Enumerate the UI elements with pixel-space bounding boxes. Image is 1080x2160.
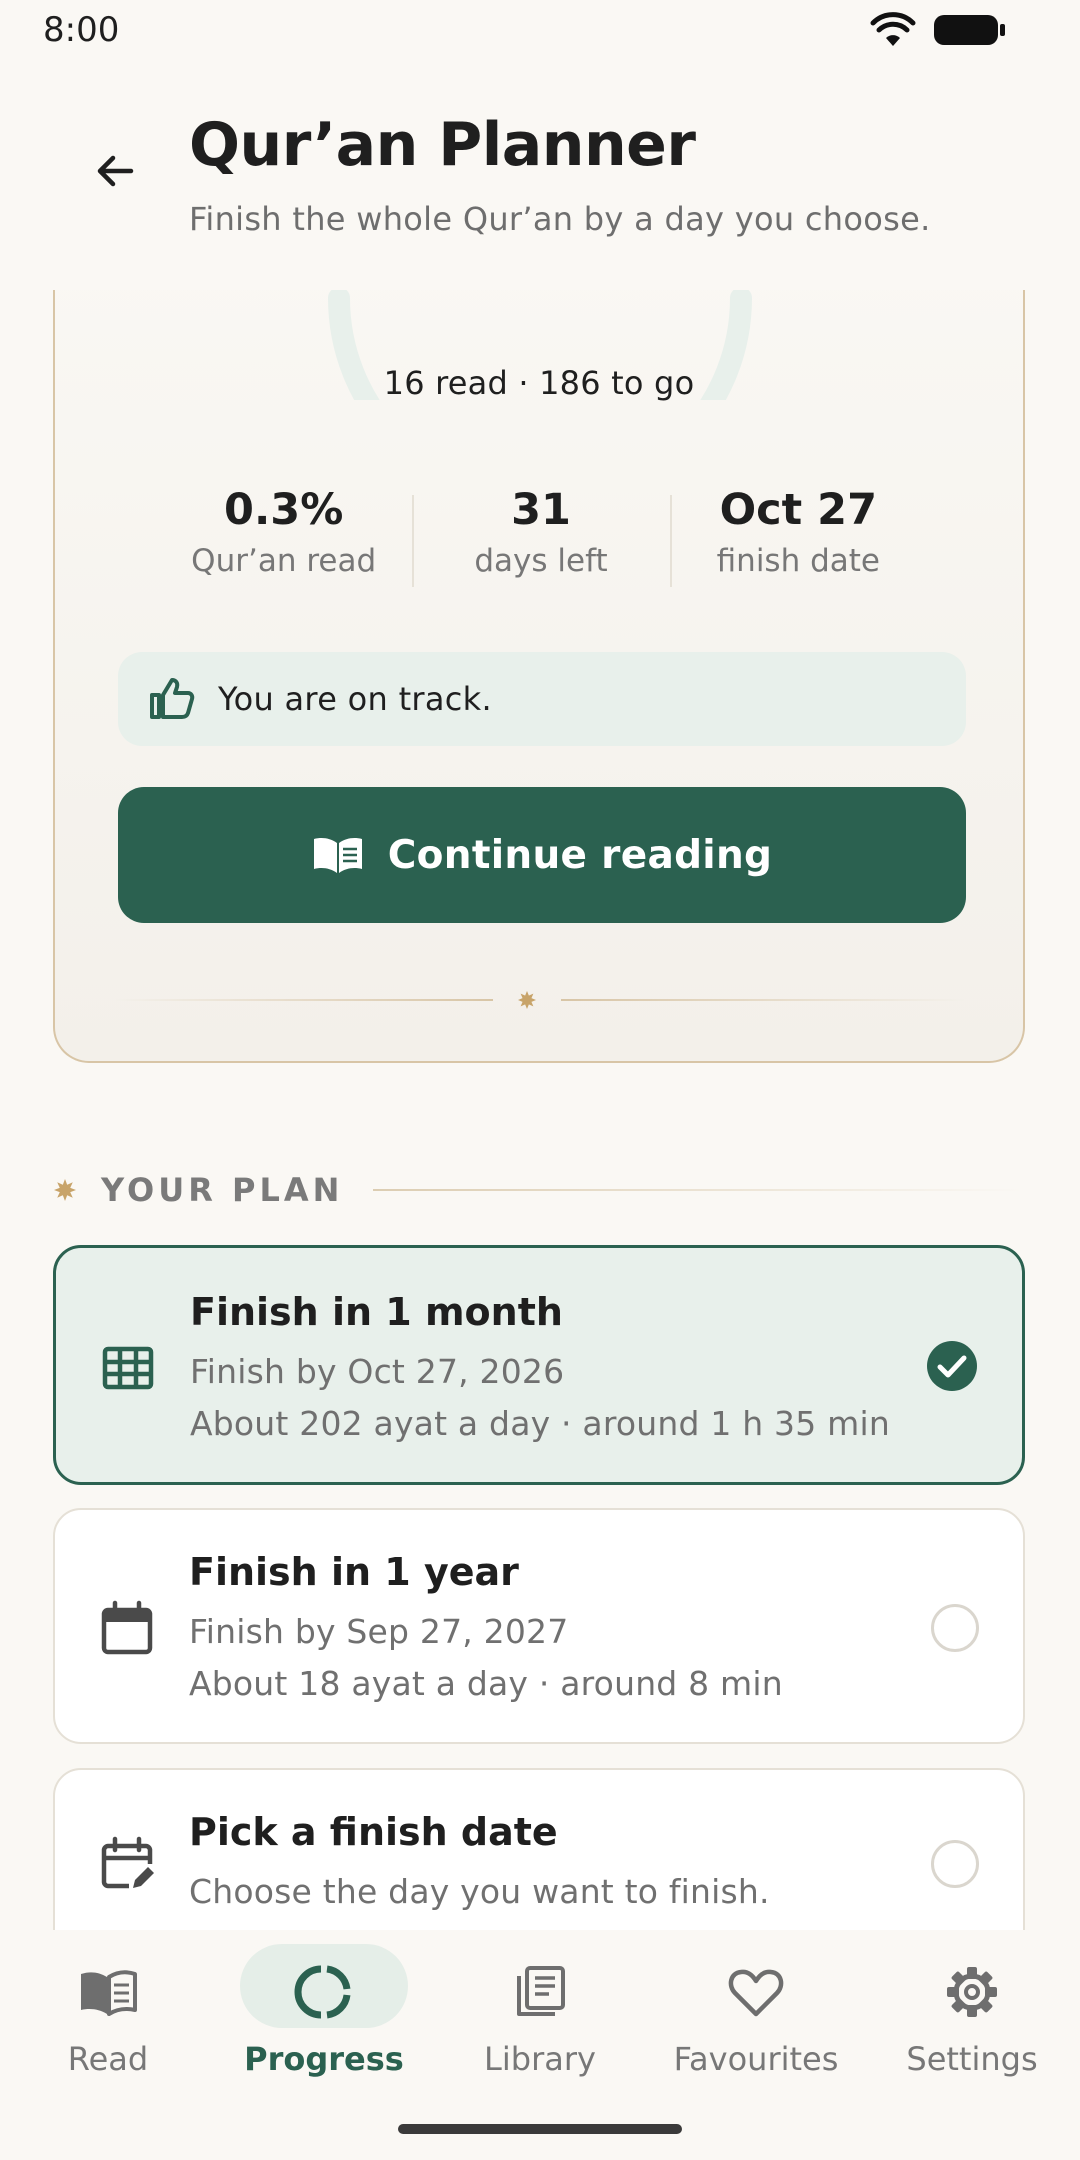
nav-tab-library[interactable]: Library <box>432 1940 648 2100</box>
continue-reading-label: Continue reading <box>387 832 773 878</box>
back-button[interactable] <box>86 142 144 200</box>
page-subtitle: Finish the whole Qur’an by a day you cho… <box>189 200 931 238</box>
nav-tab-read[interactable]: Read <box>0 1940 216 2100</box>
stat-label: finish date <box>716 543 880 579</box>
plan-title: Finish in 1 year <box>189 1550 519 1594</box>
ornament-divider <box>115 991 965 1009</box>
nav-label: Read <box>67 2040 149 2078</box>
calendar-edit-icon <box>101 1836 154 1889</box>
stat-label: Qur’an read <box>191 543 377 579</box>
book-icon <box>81 1970 137 2016</box>
home-indicator[interactable] <box>398 2124 682 2134</box>
open-book-icon <box>313 838 362 873</box>
radio-unselected[interactable] <box>931 1604 979 1652</box>
content-scroll[interactable]: 16 read · 186 to go 0.3% Qur’an read 31 … <box>0 290 1080 1930</box>
section-divider <box>373 1189 1025 1191</box>
section-title: YOUR PLAN <box>101 1171 344 1209</box>
your-plan-heading: YOUR PLAN <box>53 1170 1025 1210</box>
stats-row: 0.3% Qur’an read 31 days left Oct 27 fin… <box>155 485 927 587</box>
plan-daily-goal: About 202 ayat a day · around 1 h 35 min <box>190 1404 890 1443</box>
stat-days-left: 31 days left <box>412 485 669 587</box>
stat-value: 31 <box>511 485 571 535</box>
plan-description: Choose the day you want to finish. <box>189 1872 770 1911</box>
plan-title: Finish in 1 month <box>190 1290 563 1334</box>
plan-daily-goal: About 18 ayat a day · around 8 min <box>189 1664 783 1703</box>
track-status-text: You are on track. <box>218 680 492 718</box>
nav-label: Progress <box>244 2040 404 2078</box>
nav-tab-settings[interactable]: Settings <box>864 1940 1080 2100</box>
nav-tab-favourites[interactable]: Favourites <box>648 1940 864 2100</box>
plan-finish-date: Finish by Oct 27, 2026 <box>190 1352 565 1391</box>
gear-icon <box>947 1967 997 2017</box>
nav-label: Settings <box>906 2040 1038 2078</box>
progress-ring-icon <box>294 1965 351 2019</box>
library-icon <box>517 1966 565 2016</box>
continue-reading-button[interactable]: Continue reading <box>118 787 966 923</box>
on-track-banner: You are on track. <box>118 652 966 746</box>
stat-finish-date: Oct 27 finish date <box>669 485 927 587</box>
stat-value: Oct 27 <box>719 485 878 535</box>
status-bar: 8:00 <box>0 0 1080 62</box>
read-summary: 16 read · 186 to go <box>383 364 695 402</box>
stat-label: days left <box>474 543 608 579</box>
heart-icon <box>728 1969 784 2017</box>
stat-value: 0.3% <box>224 485 344 535</box>
star-ornament-icon <box>54 1179 76 1201</box>
stat-percent-read: 0.3% Qur’an read <box>155 485 412 585</box>
nav-label: Library <box>484 2040 596 2078</box>
calendar-icon <box>101 1600 153 1655</box>
grid-icon <box>102 1346 154 1390</box>
thumbs-up-icon <box>150 678 195 719</box>
nav-label: Favourites <box>673 2040 839 2078</box>
arrow-left-icon <box>97 155 134 187</box>
radio-unselected[interactable] <box>931 1840 979 1888</box>
nav-tab-progress[interactable]: Progress <box>216 1940 432 2100</box>
check-circle-icon <box>927 1341 977 1391</box>
app-header: Qur’an Planner Finish the whole Qur’an b… <box>0 62 1080 290</box>
plan-title: Pick a finish date <box>189 1810 558 1854</box>
wifi-icon <box>870 12 916 46</box>
plan-option-1-month[interactable]: Finish in 1 month Finish by Oct 27, 2026… <box>53 1245 1025 1485</box>
page-title: Qur’an Planner <box>189 110 696 180</box>
plan-option-1-year[interactable]: Finish in 1 year Finish by Sep 27, 2027 … <box>53 1508 1025 1744</box>
progress-card: 16 read · 186 to go 0.3% Qur’an read 31 … <box>53 290 1025 1063</box>
plan-option-custom-date[interactable]: Pick a finish date Choose the day you wa… <box>53 1768 1025 1930</box>
plan-finish-date: Finish by Sep 27, 2027 <box>189 1612 569 1651</box>
battery-icon <box>934 15 1005 45</box>
status-time: 8:00 <box>43 10 120 50</box>
